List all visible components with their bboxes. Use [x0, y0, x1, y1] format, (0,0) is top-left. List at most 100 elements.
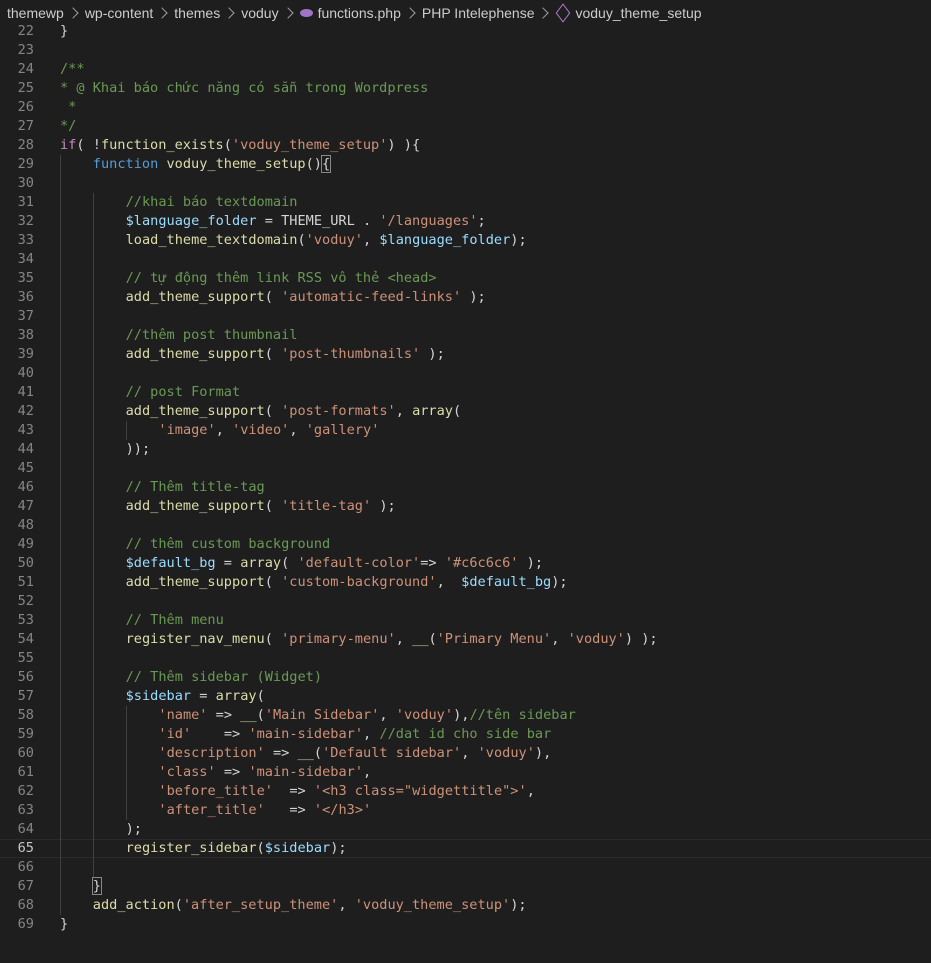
code-token: add_theme_support — [125, 289, 265, 305]
code-line[interactable]: 41 // post Format — [0, 383, 931, 402]
breadcrumb-item-wp-content[interactable]: wp-content — [85, 5, 153, 21]
indent-guide — [60, 763, 61, 782]
code-line[interactable]: 25 * @ Khai báo chức năng có sẵn trong Wo… — [0, 79, 931, 98]
line-number: 47 — [17, 498, 34, 514]
code-line[interactable]: 33 load_theme_textdomain('voduy', $langua… — [0, 231, 931, 250]
code-line[interactable]: 53 // Thêm menu — [0, 611, 931, 630]
code-line[interactable]: 34 — [0, 250, 931, 269]
code-line[interactable]: 47 add_theme_support( 'title-tag' ); — [0, 497, 931, 516]
code-line[interactable]: 65 register_sidebar($sidebar); — [0, 839, 931, 858]
code-line[interactable]: 46 // Thêm title-tag — [0, 478, 931, 497]
code-token: => — [191, 726, 249, 742]
code-line[interactable]: 51 add_theme_support( 'custom-background'… — [0, 573, 931, 592]
code-token: = THEME_URL . — [256, 213, 380, 229]
code-token: $default_bg — [461, 574, 552, 590]
line-number: 42 — [17, 403, 34, 419]
breadcrumb-item-themes[interactable]: themes — [174, 5, 220, 21]
code-token: ( — [264, 289, 282, 305]
code-line[interactable]: 56 // Thêm sidebar (Widget) — [0, 668, 931, 687]
code-editor[interactable]: 22} 23 24 /** 25 * @ Khai báo chức năng có sẵ… — [0, 22, 931, 934]
code-line[interactable]: 58 'name' => __('Main Sidebar', 'voduy'),… — [0, 706, 931, 725]
breadcrumb-item-voduy[interactable]: voduy — [241, 5, 278, 21]
code-token: ( — [452, 403, 462, 419]
line-number: 30 — [17, 175, 34, 191]
line-number: 68 — [17, 897, 34, 913]
code-token: $default_bg — [125, 555, 216, 571]
code-line[interactable]: 28 if( !function_exists('voduy_theme_setu… — [0, 136, 931, 155]
indent-guide — [60, 345, 61, 364]
indent-guide — [125, 421, 127, 440]
code-line[interactable]: 67} — [0, 877, 931, 896]
code-line[interactable]: 69} — [0, 915, 931, 934]
indent-guide — [60, 516, 61, 535]
code-line[interactable]: 23 — [0, 41, 931, 60]
code-token: 'main-sidebar' — [248, 764, 364, 780]
code-token: // thêm custom background — [125, 536, 331, 552]
indent-guide — [92, 630, 94, 649]
code-line[interactable]: 44)); — [0, 440, 931, 459]
indent-guide — [92, 801, 94, 820]
breadcrumb-item-themewp[interactable]: themewp — [7, 5, 64, 21]
code-token: ( — [174, 897, 183, 913]
indent-guide — [92, 706, 94, 725]
code-token: */ — [60, 118, 77, 134]
code-line[interactable]: 48 — [0, 516, 931, 535]
code-text: * — [60, 98, 76, 117]
line-number: 23 — [17, 42, 34, 58]
code-line[interactable]: 59 'id' => 'main-sidebar', //dat id cho s… — [0, 725, 931, 744]
code-token: 'voduy' — [395, 707, 454, 723]
code-line[interactable]: 45 — [0, 459, 931, 478]
code-line[interactable]: 38 //thêm post thumbnail — [0, 326, 931, 345]
code-line[interactable]: 50 $default_bg = array( 'default-color'=>… — [0, 554, 931, 573]
code-text: /** — [60, 60, 85, 79]
code-line[interactable]: 55 — [0, 649, 931, 668]
indent-guide — [92, 326, 94, 345]
code-line[interactable]: 31 //khai báo textdomain — [0, 193, 931, 212]
code-line[interactable]: 54 register_nav_menu( 'primary-menu', __(… — [0, 630, 931, 649]
code-line[interactable]: 40 — [0, 364, 931, 383]
code-line[interactable]: 68 add_action('after_setup_theme', 'voduy… — [0, 896, 931, 915]
code-token: ); — [518, 555, 544, 571]
code-line[interactable]: 60 'description' => __('Default sidebar',… — [0, 744, 931, 763]
code-line[interactable]: 36 add_theme_support( 'automatic-feed-lin… — [0, 288, 931, 307]
code-line[interactable]: 63 'after_title' => '</h3>' — [0, 801, 931, 820]
code-line[interactable]: 57 $sidebar = array( — [0, 687, 931, 706]
code-line[interactable]: 43 'image', 'video', 'gallery' — [0, 421, 931, 440]
code-text: 'description' => __('Default sidebar', '… — [158, 744, 551, 763]
code-line[interactable]: 66 — [0, 858, 931, 877]
code-line[interactable]: 39 add_theme_support( 'post-thumbnails' )… — [0, 345, 931, 364]
code-line[interactable]: 32 $language_folder = THEME_URL . '/langu… — [0, 212, 931, 231]
code-line[interactable]: 35 // tự động thêm link RSS vô thẻ <head> — [0, 269, 931, 288]
code-token: 'main-sidebar' — [248, 726, 364, 742]
code-line[interactable]: 61 'class' => 'main-sidebar', — [0, 763, 931, 782]
line-number: 24 — [17, 61, 34, 77]
code-token: 'class' — [158, 764, 216, 780]
breadcrumb-item-php-intelephense[interactable]: PHP Intelephense — [422, 5, 535, 21]
code-line[interactable]: 29 function voduy_theme_setup(){ — [0, 155, 931, 174]
code-line[interactable]: 27 */ — [0, 117, 931, 136]
code-text: )); — [126, 440, 151, 459]
line-number: 64 — [17, 821, 34, 837]
code-line[interactable]: 49 // thêm custom background — [0, 535, 931, 554]
code-line[interactable]: 62 'before_title' => '<h3 class="widgetti… — [0, 782, 931, 801]
code-line[interactable]: 30 — [0, 174, 931, 193]
indent-guide — [125, 782, 127, 801]
breadcrumb-item-symbol[interactable]: voduy_theme_setup — [555, 3, 702, 23]
indent-guide — [125, 744, 127, 763]
code-line[interactable]: 24 /** — [0, 60, 931, 79]
code-token: array — [215, 688, 257, 704]
breadcrumb-item-functions-php[interactable]: functions.php — [299, 5, 401, 21]
code-text: add_action('after_setup_theme', 'voduy_t… — [93, 896, 527, 915]
code-line[interactable]: 64); — [0, 820, 931, 839]
code-line[interactable]: 52 — [0, 592, 931, 611]
code-token: ) ){ — [387, 137, 421, 153]
code-token: ( — [256, 840, 265, 856]
code-text: } — [60, 22, 68, 41]
code-line[interactable]: 26 * — [0, 98, 931, 117]
code-line[interactable]: 22} — [0, 22, 931, 41]
code-line[interactable]: 42 add_theme_support( 'post-formats', arr… — [0, 402, 931, 421]
code-line[interactable]: 37 — [0, 307, 931, 326]
code-token: '</h3>' — [313, 802, 372, 818]
indent-guide — [60, 649, 61, 668]
code-token: , — [289, 422, 306, 438]
